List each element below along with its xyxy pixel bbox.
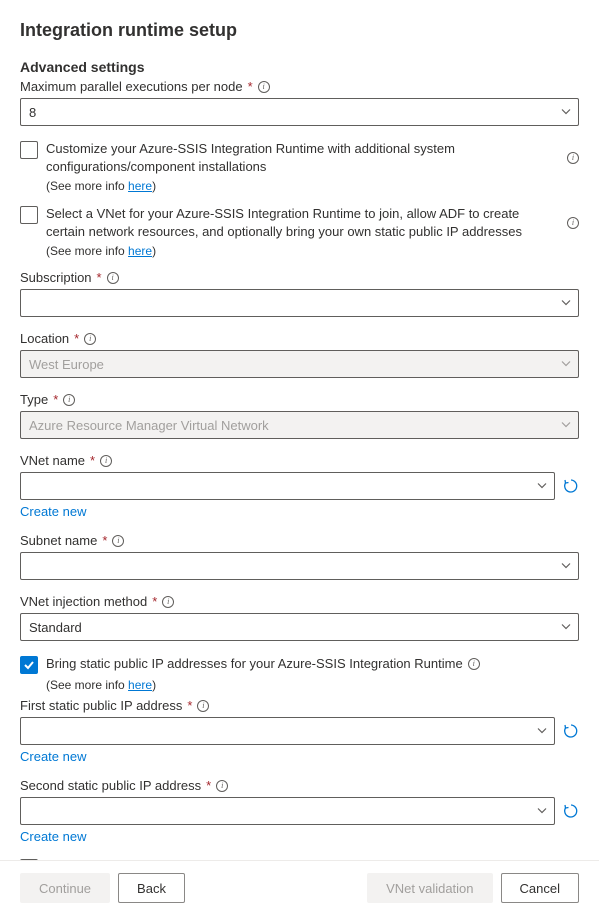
required-asterisk: *	[206, 778, 211, 793]
info-icon[interactable]	[63, 394, 75, 406]
vnet-validation-button: VNet validation	[367, 873, 492, 903]
info-icon[interactable]	[216, 780, 228, 792]
bring-ip-info-link[interactable]: here	[128, 678, 152, 692]
info-icon[interactable]	[107, 272, 119, 284]
required-asterisk: *	[53, 392, 58, 407]
second-ip-create-new-link[interactable]: Create new	[20, 829, 86, 844]
info-icon[interactable]	[100, 455, 112, 467]
location-label: Location	[20, 331, 69, 346]
refresh-icon[interactable]	[563, 723, 579, 739]
bring-ip-checkbox[interactable]	[20, 656, 38, 674]
customize-text: Customize your Azure-SSIS Integration Ru…	[46, 140, 559, 175]
required-asterisk: *	[90, 453, 95, 468]
vnet-checkbox[interactable]	[20, 206, 38, 224]
injection-method-select[interactable]: Standard	[20, 613, 579, 641]
required-asterisk: *	[152, 594, 157, 609]
type-select: Azure Resource Manager Virtual Network	[20, 411, 579, 439]
vnet-name-label: VNet name	[20, 453, 85, 468]
info-icon[interactable]	[84, 333, 96, 345]
vnet-name-select[interactable]	[20, 472, 555, 500]
info-icon[interactable]	[197, 700, 209, 712]
info-icon[interactable]	[468, 658, 480, 670]
required-asterisk: *	[74, 331, 79, 346]
max-parallel-select[interactable]: 8	[20, 98, 579, 126]
first-ip-label: First static public IP address	[20, 698, 182, 713]
info-icon[interactable]	[112, 535, 124, 547]
type-label: Type	[20, 392, 48, 407]
page-title: Integration runtime setup	[20, 20, 579, 41]
subscription-label: Subscription	[20, 270, 92, 285]
info-icon[interactable]	[567, 152, 579, 164]
subnet-name-label: Subnet name	[20, 533, 97, 548]
customize-info-link[interactable]: here	[128, 179, 152, 193]
bring-ip-text: Bring static public IP addresses for you…	[46, 655, 463, 673]
vnet-create-new-link[interactable]: Create new	[20, 504, 86, 519]
subscription-select[interactable]	[20, 289, 579, 317]
footer-bar: Continue Back VNet validation Cancel	[0, 860, 599, 915]
required-asterisk: *	[187, 698, 192, 713]
back-button[interactable]: Back	[118, 873, 185, 903]
info-icon[interactable]	[567, 217, 579, 229]
customize-checkbox[interactable]	[20, 141, 38, 159]
vnet-text: Select a VNet for your Azure-SSIS Integr…	[46, 205, 559, 240]
info-icon[interactable]	[258, 81, 270, 93]
required-asterisk: *	[248, 79, 253, 94]
advanced-settings-heading: Advanced settings	[20, 59, 579, 75]
injection-method-label: VNet injection method	[20, 594, 147, 609]
max-parallel-label: Maximum parallel executions per node	[20, 79, 243, 94]
cancel-button[interactable]: Cancel	[501, 873, 579, 903]
location-select: West Europe	[20, 350, 579, 378]
continue-button: Continue	[20, 873, 110, 903]
second-ip-select[interactable]	[20, 797, 555, 825]
second-ip-label: Second static public IP address	[20, 778, 201, 793]
first-ip-create-new-link[interactable]: Create new	[20, 749, 86, 764]
info-icon[interactable]	[162, 596, 174, 608]
required-asterisk: *	[102, 533, 107, 548]
subnet-name-select[interactable]	[20, 552, 579, 580]
vnet-info-link[interactable]: here	[128, 244, 152, 258]
refresh-icon[interactable]	[563, 478, 579, 494]
required-asterisk: *	[97, 270, 102, 285]
refresh-icon[interactable]	[563, 803, 579, 819]
first-ip-select[interactable]	[20, 717, 555, 745]
